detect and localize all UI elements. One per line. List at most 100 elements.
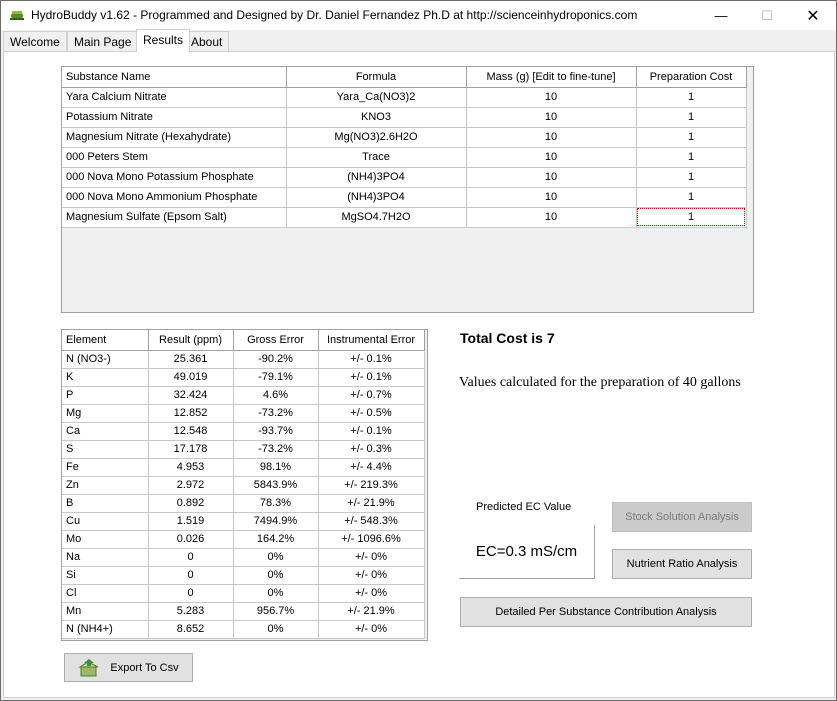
gross-error-cell: 0% — [233, 548, 319, 567]
nutrient-ratio-analysis-button[interactable]: Nutrient Ratio Analysis — [612, 549, 752, 579]
gross-error-cell: -73.2% — [233, 440, 319, 459]
gross-error-cell: -93.7% — [233, 422, 319, 441]
result-cell: 49.019 — [148, 368, 234, 387]
column-header-formula[interactable]: Formula — [286, 67, 467, 88]
cost-cell[interactable]: 1 — [636, 147, 747, 168]
substance-name-cell[interactable]: 000 Nova Mono Ammonium Phosphate — [62, 187, 287, 208]
result-cell: 0.026 — [148, 530, 234, 549]
tab-about[interactable]: About — [184, 31, 230, 52]
substance-name-cell[interactable]: Yara Calcium Nitrate — [62, 87, 287, 108]
element-cell: Mg — [62, 404, 149, 423]
cost-cell[interactable]: 1 — [636, 187, 747, 208]
gross-error-cell: 956.7% — [233, 602, 319, 621]
formula-cell[interactable]: (NH4)3PO4 — [286, 187, 467, 208]
gross-error-cell: 0% — [233, 584, 319, 603]
element-cell: Fe — [62, 458, 149, 477]
detailed-contribution-analysis-button[interactable]: Detailed Per Substance Contribution Anal… — [460, 597, 752, 627]
app-icon — [10, 11, 24, 20]
cost-cell[interactable]: 1 — [636, 127, 747, 148]
table-row[interactable]: N (NO3-) 25.361 -90.2% +/- 0.1% — [62, 350, 425, 369]
table-row[interactable]: Magnesium Sulfate (Epsom Salt) MgSO4.7H2… — [62, 207, 747, 228]
element-cell: Mo — [62, 530, 149, 549]
table-row[interactable]: Na 0 0% +/- 0% — [62, 548, 425, 567]
table-row[interactable]: Mn 5.283 956.7% +/- 21.9% — [62, 602, 425, 621]
cost-cell-selected[interactable]: 1 — [636, 207, 747, 228]
export-to-csv-button[interactable]: Export To Csv — [64, 653, 193, 682]
cost-cell[interactable]: 1 — [636, 167, 747, 188]
table-row[interactable]: Ca 12.548 -93.7% +/- 0.1% — [62, 422, 425, 441]
mass-cell[interactable]: 10 — [466, 207, 637, 228]
formula-cell[interactable]: Mg(NO3)2.6H2O — [286, 127, 467, 148]
substance-name-cell[interactable]: 000 Peters Stem — [62, 147, 287, 168]
substances-grid[interactable]: Substance Name Formula Mass (g) [Edit to… — [61, 66, 754, 313]
table-row[interactable]: K 49.019 -79.1% +/- 0.1% — [62, 368, 425, 387]
column-header-result[interactable]: Result (ppm) — [148, 330, 234, 351]
table-row[interactable]: N (NH4+) 8.652 0% +/- 0% — [62, 620, 425, 639]
cost-cell[interactable]: 1 — [636, 87, 747, 108]
table-row[interactable]: B 0.892 78.3% +/- 21.9% — [62, 494, 425, 513]
stock-solution-analysis-button[interactable]: Stock Solution Analysis — [612, 502, 752, 532]
formula-cell[interactable]: Yara_Ca(NO3)2 — [286, 87, 467, 108]
table-row[interactable]: 000 Nova Mono Potassium Phosphate (NH4)3… — [62, 167, 747, 188]
mass-cell[interactable]: 10 — [466, 187, 637, 208]
table-row[interactable]: Potassium Nitrate KNO3 10 1 — [62, 107, 747, 128]
tab-results[interactable]: Results — [136, 29, 191, 52]
minimize-button[interactable]: — — [698, 1, 744, 30]
table-row[interactable]: Fe 4.953 98.1% +/- 4.4% — [62, 458, 425, 477]
column-header-substance-name[interactable]: Substance Name — [62, 67, 287, 88]
element-cell: Cl — [62, 584, 149, 603]
substance-name-cell[interactable]: Magnesium Nitrate (Hexahydrate) — [62, 127, 287, 148]
mass-cell[interactable]: 10 — [466, 127, 637, 148]
result-cell: 12.852 — [148, 404, 234, 423]
column-header-gross-error[interactable]: Gross Error — [233, 330, 319, 351]
formula-cell[interactable]: MgSO4.7H2O — [286, 207, 467, 228]
substance-name-cell[interactable]: 000 Nova Mono Potassium Phosphate — [62, 167, 287, 188]
table-row[interactable]: Yara Calcium Nitrate Yara_Ca(NO3)2 10 1 — [62, 87, 747, 108]
result-cell: 0.892 — [148, 494, 234, 513]
close-button[interactable]: ✕ — [790, 1, 836, 30]
instrumental-error-cell: +/- 0.7% — [318, 386, 425, 405]
result-cell: 32.424 — [148, 386, 234, 405]
column-header-element[interactable]: Element — [62, 330, 149, 351]
substance-name-cell[interactable]: Potassium Nitrate — [62, 107, 287, 128]
column-header-preparation-cost[interactable]: Preparation Cost — [636, 67, 747, 88]
table-row[interactable]: Cl 0 0% +/- 0% — [62, 584, 425, 603]
table-row[interactable]: Zn 2.972 5843.9% +/- 219.3% — [62, 476, 425, 495]
table-row[interactable]: S 17.178 -73.2% +/- 0.3% — [62, 440, 425, 459]
gross-error-cell: 5843.9% — [233, 476, 319, 495]
instrumental-error-cell: +/- 0% — [318, 584, 425, 603]
column-header-instrumental-error[interactable]: Instrumental Error — [318, 330, 425, 351]
element-cell: Cu — [62, 512, 149, 531]
formula-cell[interactable]: Trace — [286, 147, 467, 168]
instrumental-error-cell: +/- 0% — [318, 548, 425, 567]
gross-error-cell: 98.1% — [233, 458, 319, 477]
tab-welcome[interactable]: Welcome — [3, 31, 67, 52]
instrumental-error-cell: +/- 21.9% — [318, 602, 425, 621]
table-row[interactable]: 000 Nova Mono Ammonium Phosphate (NH4)3P… — [62, 187, 747, 208]
instrumental-error-cell: +/- 0.3% — [318, 440, 425, 459]
table-row[interactable]: P 32.424 4.6% +/- 0.7% — [62, 386, 425, 405]
table-row[interactable]: 000 Peters Stem Trace 10 1 — [62, 147, 747, 168]
table-row[interactable]: Si 0 0% +/- 0% — [62, 566, 425, 585]
formula-cell[interactable]: (NH4)3PO4 — [286, 167, 467, 188]
ec-value-display: EC=0.3 mS/cm — [459, 525, 595, 579]
instrumental-error-cell: +/- 0.1% — [318, 350, 425, 369]
formula-cell[interactable]: KNO3 — [286, 107, 467, 128]
table-row[interactable]: Cu 1.519 7494.9% +/- 548.3% — [62, 512, 425, 531]
tab-main-page[interactable]: Main Page — [67, 31, 139, 52]
maximize-button[interactable]: ☐ — [744, 1, 790, 30]
mass-cell[interactable]: 10 — [466, 107, 637, 128]
table-row[interactable]: Mo 0.026 164.2% +/- 1096.6% — [62, 530, 425, 549]
mass-cell[interactable]: 10 — [466, 87, 637, 108]
substance-name-cell[interactable]: Magnesium Sulfate (Epsom Salt) — [62, 207, 287, 228]
column-header-mass[interactable]: Mass (g) [Edit to fine-tune] — [466, 67, 637, 88]
export-icon — [78, 658, 99, 676]
mass-cell[interactable]: 10 — [466, 147, 637, 168]
table-row[interactable]: Mg 12.852 -73.2% +/- 0.5% — [62, 404, 425, 423]
mass-cell[interactable]: 10 — [466, 167, 637, 188]
gross-error-cell: -90.2% — [233, 350, 319, 369]
table-row[interactable]: Magnesium Nitrate (Hexahydrate) Mg(NO3)2… — [62, 127, 747, 148]
elements-grid[interactable]: Element Result (ppm) Gross Error Instrum… — [61, 329, 428, 641]
result-cell: 2.972 — [148, 476, 234, 495]
cost-cell[interactable]: 1 — [636, 107, 747, 128]
